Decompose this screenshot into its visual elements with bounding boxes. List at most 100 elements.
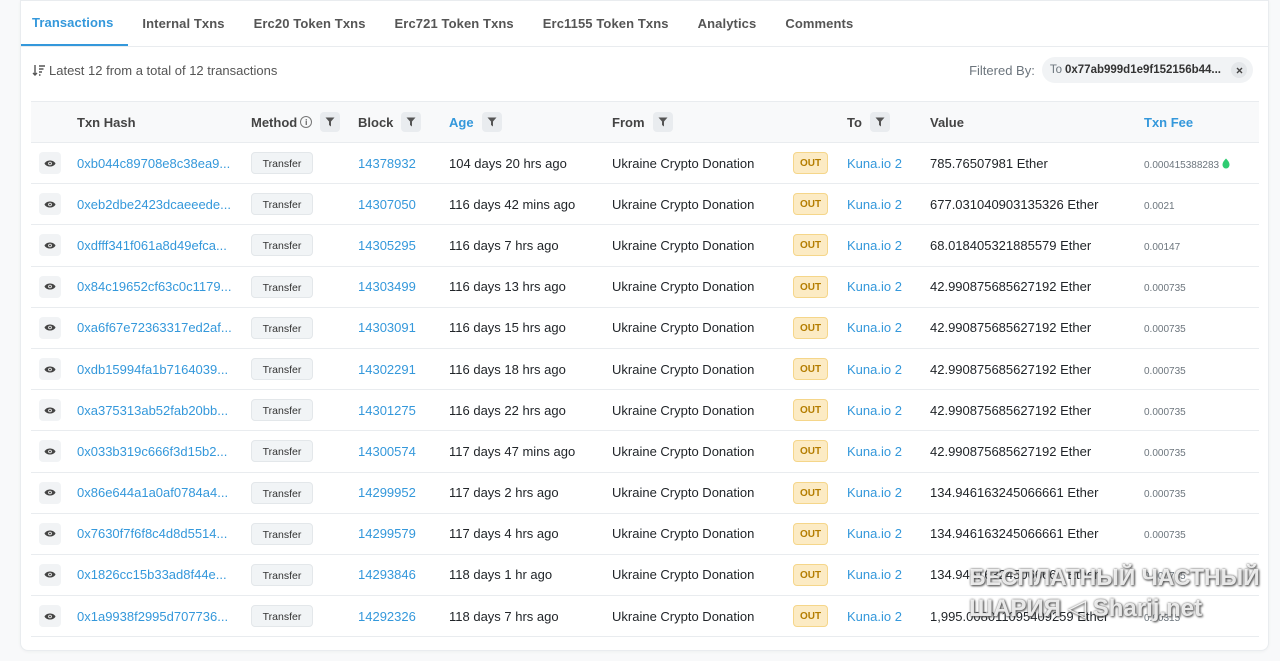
tab-analytics[interactable]: Analytics: [683, 1, 771, 46]
info-icon[interactable]: i: [300, 116, 313, 128]
block-link[interactable]: 14307050: [358, 197, 416, 212]
txn-hash-link[interactable]: 0xeb2dbe2423dcaeeede...: [77, 197, 233, 212]
block-link[interactable]: 14302291: [358, 362, 416, 377]
header-age[interactable]: Age: [449, 102, 612, 143]
method-filter-button[interactable]: [320, 112, 341, 132]
preview-button[interactable]: [39, 399, 61, 422]
tab-comments[interactable]: Comments: [771, 1, 868, 46]
to-filter-button[interactable]: [869, 112, 890, 132]
to-address-link[interactable]: Kuna.io 2: [847, 444, 902, 459]
value-text: 134.946163245066661 Ether: [930, 526, 1099, 542]
header-txn-fee[interactable]: Txn Fee: [1144, 102, 1259, 143]
block-link[interactable]: 14300574: [358, 444, 416, 459]
clear-filter-button[interactable]: [1231, 62, 1247, 78]
txn-hash-link[interactable]: 0x033b319c666f3d15b2...: [77, 444, 233, 459]
transactions-card: Transactions Internal Txns Erc20 Token T…: [20, 0, 1269, 651]
table-row: 0x1826cc15b33ad8f44e... Transfer 1429384…: [31, 554, 1259, 596]
from-address[interactable]: Ukraine Crypto Donation: [612, 320, 754, 335]
eye-icon: [44, 613, 56, 620]
preview-button[interactable]: [39, 605, 61, 628]
transactions-table: Txn Hash Method i Block Age From To Value…: [31, 101, 1259, 637]
txn-hash-link[interactable]: 0x86e644a1a0af0784a4...: [77, 485, 233, 500]
block-link[interactable]: 14303499: [358, 279, 416, 294]
txn-hash-link[interactable]: 0x1826cc15b33ad8f44e...: [77, 567, 233, 582]
from-address[interactable]: Ukraine Crypto Donation: [612, 156, 754, 171]
preview-button[interactable]: [39, 563, 61, 586]
direction-badge: OUT: [793, 399, 828, 422]
txn-hash-link[interactable]: 0xa6f67e72363317ed2af...: [77, 320, 233, 335]
preview-button[interactable]: [39, 481, 61, 504]
block-link[interactable]: 14301275: [358, 403, 416, 418]
age-text: 117 days 47 mins ago: [449, 443, 576, 459]
header-to: To: [847, 102, 930, 143]
from-address[interactable]: Ukraine Crypto Donation: [612, 197, 754, 212]
to-address-link[interactable]: Kuna.io 2: [847, 567, 902, 582]
from-address[interactable]: Ukraine Crypto Donation: [612, 609, 754, 624]
filter-chip[interactable]: To 0x77ab999d1e9f152156b44...: [1041, 57, 1253, 83]
block-link[interactable]: 14292326: [358, 609, 416, 624]
gas-price-icon[interactable]: [1222, 158, 1230, 169]
from-address[interactable]: Ukraine Crypto Donation: [612, 403, 754, 418]
txn-fee-text: 0.000735: [1144, 571, 1186, 583]
block-link[interactable]: 14378932: [358, 156, 416, 171]
from-address[interactable]: Ukraine Crypto Donation: [612, 485, 754, 500]
value-text: 134.946163245066661 Ether: [930, 485, 1099, 501]
eye-icon: [44, 571, 56, 578]
preview-button[interactable]: [39, 316, 61, 339]
age-text: 118 days 1 hr ago: [449, 567, 553, 583]
to-address-link[interactable]: Kuna.io 2: [847, 238, 902, 253]
preview-button[interactable]: [39, 152, 61, 175]
to-address-link[interactable]: Kuna.io 2: [847, 609, 902, 624]
txn-hash-link[interactable]: 0xb044c89708e8c38ea9...: [77, 156, 233, 171]
direction-badge: OUT: [793, 605, 828, 628]
to-address-link[interactable]: Kuna.io 2: [847, 279, 902, 294]
to-address-link[interactable]: Kuna.io 2: [847, 485, 902, 500]
to-address-link[interactable]: Kuna.io 2: [847, 156, 902, 171]
from-address[interactable]: Ukraine Crypto Donation: [612, 238, 754, 253]
to-address-link[interactable]: Kuna.io 2: [847, 403, 902, 418]
tab-erc20-token-txns[interactable]: Erc20 Token Txns: [239, 1, 380, 46]
block-filter-button[interactable]: [401, 112, 422, 132]
tab-transactions[interactable]: Transactions: [21, 1, 128, 46]
table-row: 0xdfff341f061a8d49efca... Transfer 14305…: [31, 225, 1259, 267]
txn-hash-link[interactable]: 0xa375313ab52fab20bb...: [77, 403, 233, 418]
tab-internal-txns[interactable]: Internal Txns: [128, 1, 239, 46]
preview-button[interactable]: [39, 522, 61, 545]
from-address[interactable]: Ukraine Crypto Donation: [612, 279, 754, 294]
preview-button[interactable]: [39, 275, 61, 298]
from-address[interactable]: Ukraine Crypto Donation: [612, 444, 754, 459]
to-address-link[interactable]: Kuna.io 2: [847, 320, 902, 335]
block-link[interactable]: 14293846: [358, 567, 416, 582]
txn-hash-link[interactable]: 0x1a9938f2995d707736...: [77, 609, 233, 624]
to-address-link[interactable]: Kuna.io 2: [847, 526, 902, 541]
block-link[interactable]: 14299579: [358, 526, 416, 541]
from-address[interactable]: Ukraine Crypto Donation: [612, 526, 754, 541]
to-address-link[interactable]: Kuna.io 2: [847, 362, 902, 377]
filter-prefix: To: [1049, 64, 1062, 76]
age-text: 117 days 4 hrs ago: [449, 526, 559, 542]
txn-hash-link[interactable]: 0x7630f7f6f8c4d8d5514...: [77, 526, 233, 541]
preview-button[interactable]: [39, 193, 61, 216]
block-link[interactable]: 14305295: [358, 238, 416, 253]
preview-button[interactable]: [39, 440, 61, 463]
block-link[interactable]: 14303091: [358, 320, 416, 335]
eye-icon: [44, 242, 56, 249]
txn-hash-link[interactable]: 0xdfff341f061a8d49efca...: [77, 238, 233, 253]
from-address[interactable]: Ukraine Crypto Donation: [612, 362, 754, 377]
value-text: 1,995.008011095409259 Ether: [930, 608, 1109, 624]
from-address[interactable]: Ukraine Crypto Donation: [612, 567, 754, 582]
tab-erc721-token-txns[interactable]: Erc721 Token Txns: [380, 1, 528, 46]
txn-hash-link[interactable]: 0xdb15994fa1b7164039...: [77, 362, 233, 377]
block-link[interactable]: 14299952: [358, 485, 416, 500]
preview-button[interactable]: [39, 358, 61, 381]
table-row: 0xdb15994fa1b7164039... Transfer 1430229…: [31, 348, 1259, 390]
txn-hash-link[interactable]: 0x84c19652cf63c0c1179...: [77, 279, 233, 294]
filter-icon: [487, 117, 497, 127]
direction-badge: OUT: [793, 234, 828, 257]
age-filter-button[interactable]: [481, 112, 502, 132]
filter-icon: [875, 117, 885, 127]
to-address-link[interactable]: Kuna.io 2: [847, 197, 902, 212]
tab-erc1155-token-txns[interactable]: Erc1155 Token Txns: [528, 1, 683, 46]
preview-button[interactable]: [39, 234, 61, 257]
from-filter-button[interactable]: [652, 112, 673, 132]
